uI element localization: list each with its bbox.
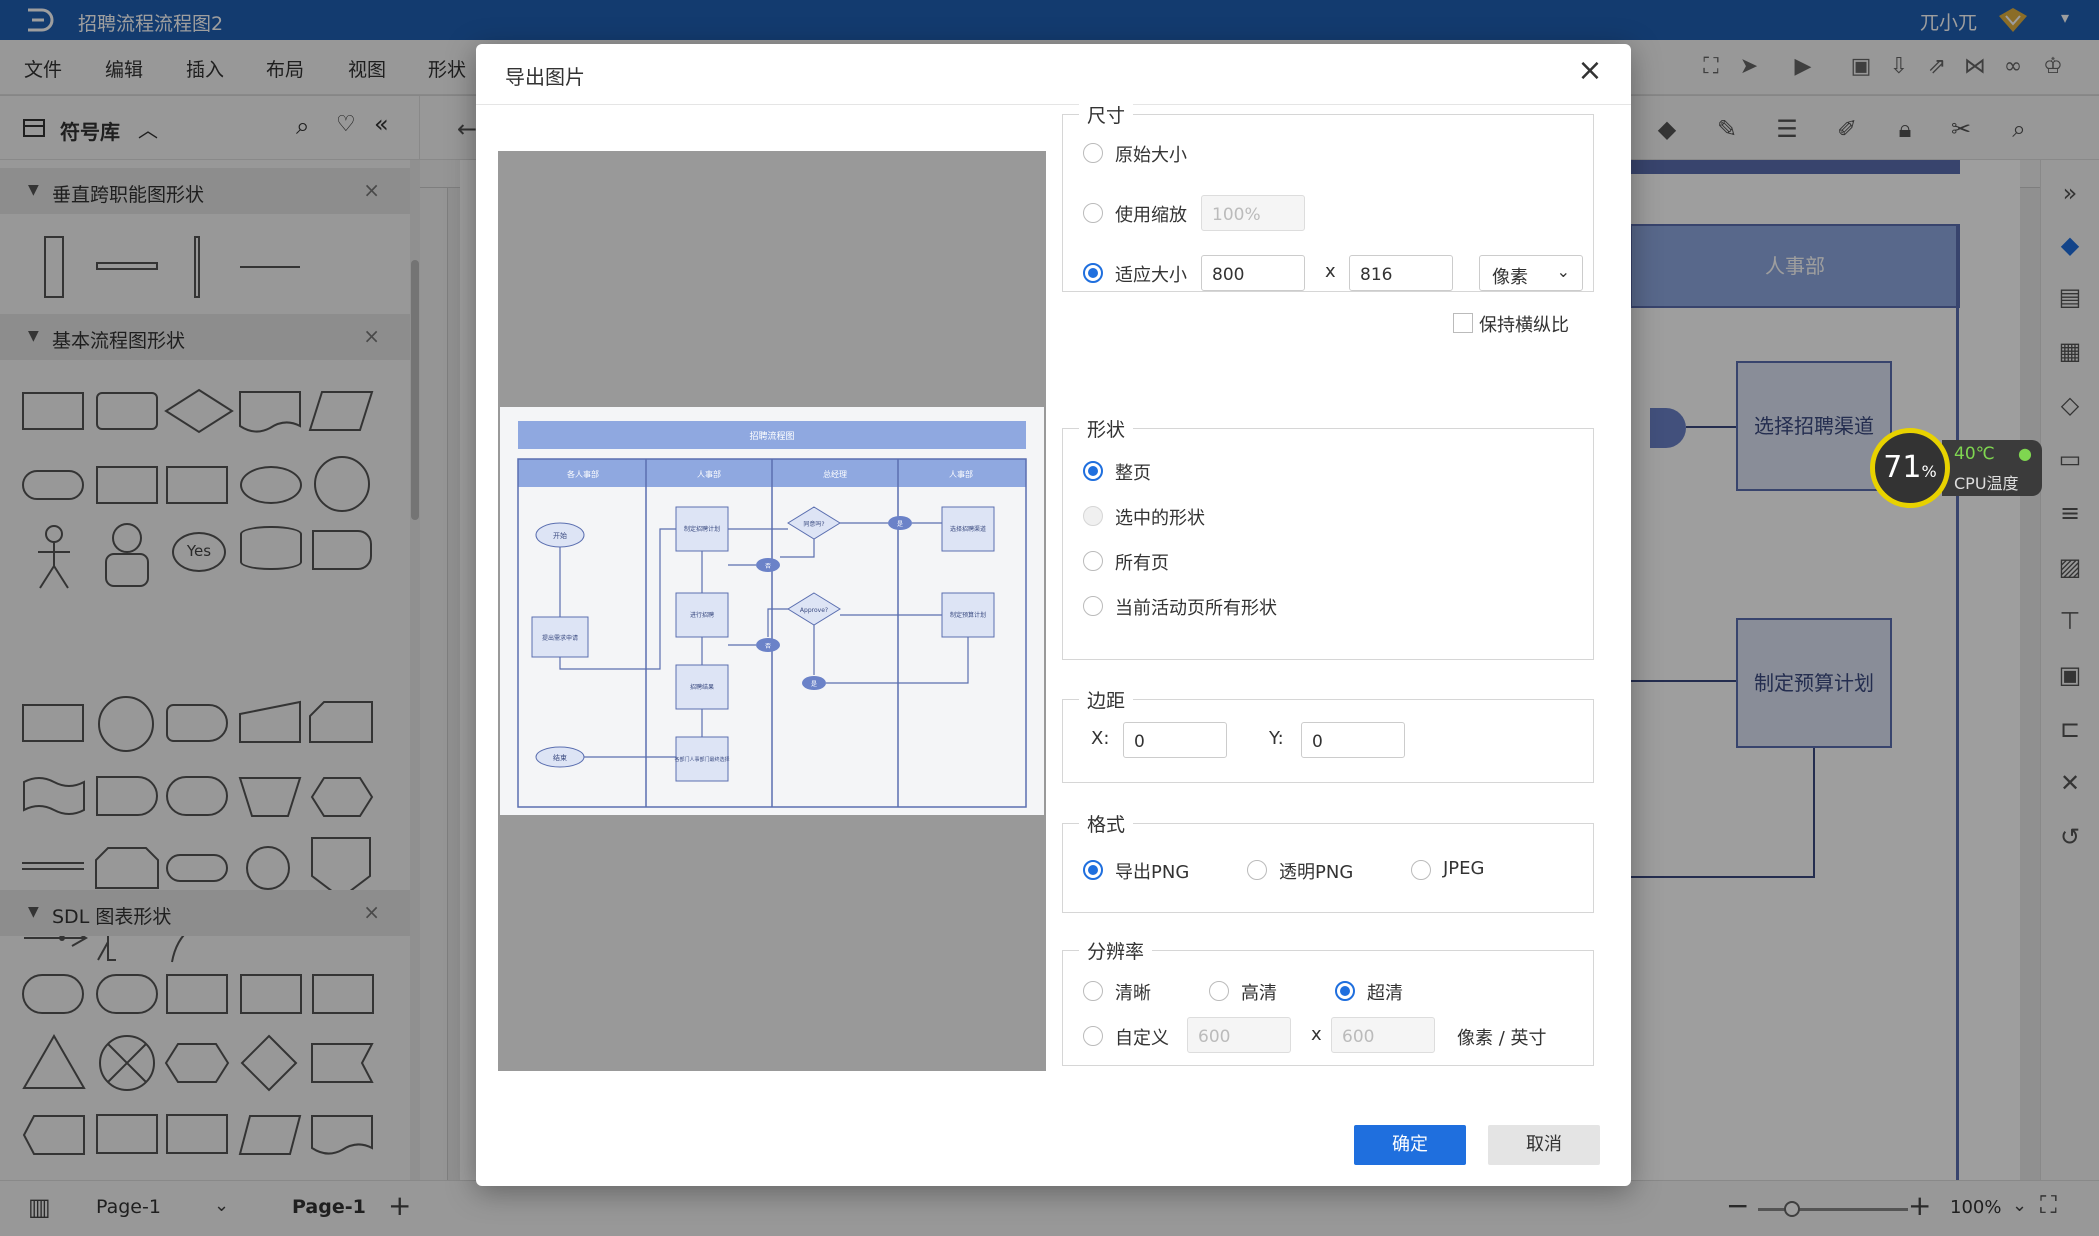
- cpu-temp-label: CPU温度: [1954, 474, 2019, 493]
- preview-node-1: 提出需求申请: [542, 634, 578, 642]
- confirm-button[interactable]: 确定: [1354, 1125, 1466, 1165]
- label-uhd: 超清: [1367, 983, 1403, 1004]
- cpu-usage-ring: 71%: [1870, 428, 1950, 508]
- label-use-scale: 使用缩放: [1115, 205, 1187, 226]
- dialog-divider: [476, 104, 1631, 105]
- preview-lane-4: 人事部: [949, 469, 973, 479]
- radio-transparent-png[interactable]: [1247, 860, 1267, 880]
- cpu-usage-value: 71: [1883, 450, 1922, 485]
- radio-use-scale[interactable]: [1083, 203, 1103, 223]
- label-transparent-png: 透明PNG: [1279, 862, 1354, 883]
- height-input[interactable]: 816: [1349, 255, 1453, 291]
- resolution-x-separator: x: [1311, 1024, 1322, 1045]
- export-image-dialog: 导出图片 × 招聘流程图 各人事部 人事部 总经理 人事部 开始 提出需求申请: [476, 44, 1631, 1186]
- radio-original-size[interactable]: [1083, 143, 1103, 163]
- size-x-separator: x: [1325, 261, 1336, 282]
- cpu-temperature: 40℃: [1954, 444, 1995, 464]
- preview-no-2: 否: [765, 643, 771, 650]
- cpu-monitor-widget[interactable]: 40℃ ● CPU温度 71%: [1870, 428, 2045, 508]
- resolution-legend: 分辨率: [1079, 937, 1153, 964]
- radio-export-png[interactable]: [1083, 860, 1103, 880]
- cpu-usage-unit: %: [1921, 462, 1937, 481]
- preview-node-5: 制定预算计划: [950, 611, 986, 619]
- radio-fit-size[interactable]: [1083, 263, 1103, 283]
- preview-no-1: 否: [765, 563, 771, 570]
- dialog-title: 导出图片: [505, 65, 585, 89]
- margin-legend: 边距: [1079, 686, 1134, 713]
- radio-custom[interactable]: [1083, 1026, 1103, 1046]
- preview-decision-1: 同意吗?: [803, 520, 824, 528]
- preview-start: 开始: [553, 531, 567, 540]
- custom-width-input[interactable]: 600: [1187, 1017, 1291, 1053]
- preview-lane-1: 各人事部: [567, 469, 599, 479]
- label-custom: 自定义: [1115, 1028, 1169, 1049]
- label-all-pages: 所有页: [1115, 553, 1169, 574]
- label-jpeg: JPEG: [1443, 858, 1485, 879]
- preview-approve: Approve?: [800, 607, 828, 614]
- label-current-page-all-shapes: 当前活动页所有形状: [1115, 598, 1277, 619]
- unit-select-value: 像素: [1492, 267, 1528, 288]
- preview-node-3: 选择招聘渠道: [950, 525, 986, 533]
- preview-lane-2: 人事部: [697, 469, 721, 479]
- format-group: 格式 导出PNG 透明PNG JPEG: [1062, 810, 1594, 913]
- label-original-size: 原始大小: [1115, 145, 1187, 166]
- custom-height-input[interactable]: 600: [1331, 1017, 1435, 1053]
- leaf-icon: ●: [2018, 444, 2032, 463]
- size-legend: 尺寸: [1079, 101, 1134, 128]
- label-clear: 清晰: [1115, 983, 1151, 1004]
- label-whole-page: 整页: [1115, 463, 1151, 484]
- export-preview: 招聘流程图 各人事部 人事部 总经理 人事部 开始 提出需求申请 制定招聘计划 …: [498, 151, 1046, 1071]
- preview-sheet: 招聘流程图 各人事部 人事部 总经理 人事部 开始 提出需求申请 制定招聘计划 …: [500, 407, 1044, 815]
- shape-group: 形状 整页 选中的形状 所有页 当前活动页所有形状: [1062, 415, 1594, 660]
- radio-uhd[interactable]: [1335, 981, 1355, 1001]
- radio-all-pages[interactable]: [1083, 551, 1103, 571]
- label-selected-shapes: 选中的形状: [1115, 508, 1205, 529]
- preview-title: 招聘流程图: [749, 430, 794, 442]
- shape-legend: 形状: [1079, 415, 1134, 442]
- preview-end: 结束: [553, 753, 567, 762]
- label-export-png: 导出PNG: [1115, 862, 1190, 883]
- margin-x-input[interactable]: 0: [1123, 722, 1227, 758]
- radio-clear[interactable]: [1083, 981, 1103, 1001]
- margin-y-input[interactable]: 0: [1301, 722, 1405, 758]
- resolution-unit: 像素 / 英寸: [1457, 1028, 1547, 1049]
- radio-whole-page[interactable]: [1083, 461, 1103, 481]
- unit-chevron-down-icon: ⌄: [1556, 262, 1570, 281]
- preview-node-4: 进行招聘: [690, 611, 714, 619]
- label-hd: 高清: [1241, 983, 1277, 1004]
- preview-yes-2: 是: [811, 681, 817, 688]
- radio-selected-shapes[interactable]: [1083, 506, 1103, 526]
- unit-select[interactable]: 像素 ⌄: [1479, 255, 1583, 291]
- format-legend: 格式: [1079, 810, 1134, 837]
- preview-node-7: 各部门人事部门最终选择: [674, 756, 729, 763]
- radio-current-page-all-shapes[interactable]: [1083, 596, 1103, 616]
- scale-input[interactable]: 100%: [1201, 195, 1305, 231]
- size-group: 尺寸 原始大小 使用缩放 100% 适应大小 800 x 816 像素 ⌄ 保持…: [1062, 101, 1594, 336]
- margin-group: 边距 X: 0 Y: 0: [1062, 686, 1594, 783]
- preview-flowchart: 招聘流程图 各人事部 人事部 总经理 人事部 开始 提出需求申请 制定招聘计划 …: [500, 407, 1044, 815]
- resolution-group: 分辨率 清晰 高清 超清 自定义 600 x 600 像素 / 英寸: [1062, 937, 1594, 1066]
- preview-yes-1: 是: [897, 521, 903, 528]
- keep-ratio-checkbox[interactable]: [1453, 313, 1473, 333]
- preview-lane-3: 总经理: [823, 469, 847, 479]
- radio-jpeg[interactable]: [1411, 860, 1431, 880]
- cpu-temp-panel: 40℃ ● CPU温度: [1942, 440, 2042, 496]
- radio-hd[interactable]: [1209, 981, 1229, 1001]
- label-keep-ratio: 保持横纵比: [1479, 315, 1569, 336]
- close-icon[interactable]: ×: [1575, 56, 1605, 86]
- label-fit-size: 适应大小: [1115, 265, 1187, 286]
- preview-node-6: 招聘结果: [690, 683, 714, 691]
- preview-node-2: 制定招聘计划: [684, 525, 720, 533]
- cancel-button[interactable]: 取消: [1488, 1125, 1600, 1165]
- width-input[interactable]: 800: [1201, 255, 1305, 291]
- margin-x-label: X:: [1091, 728, 1110, 749]
- margin-y-label: Y:: [1269, 728, 1284, 749]
